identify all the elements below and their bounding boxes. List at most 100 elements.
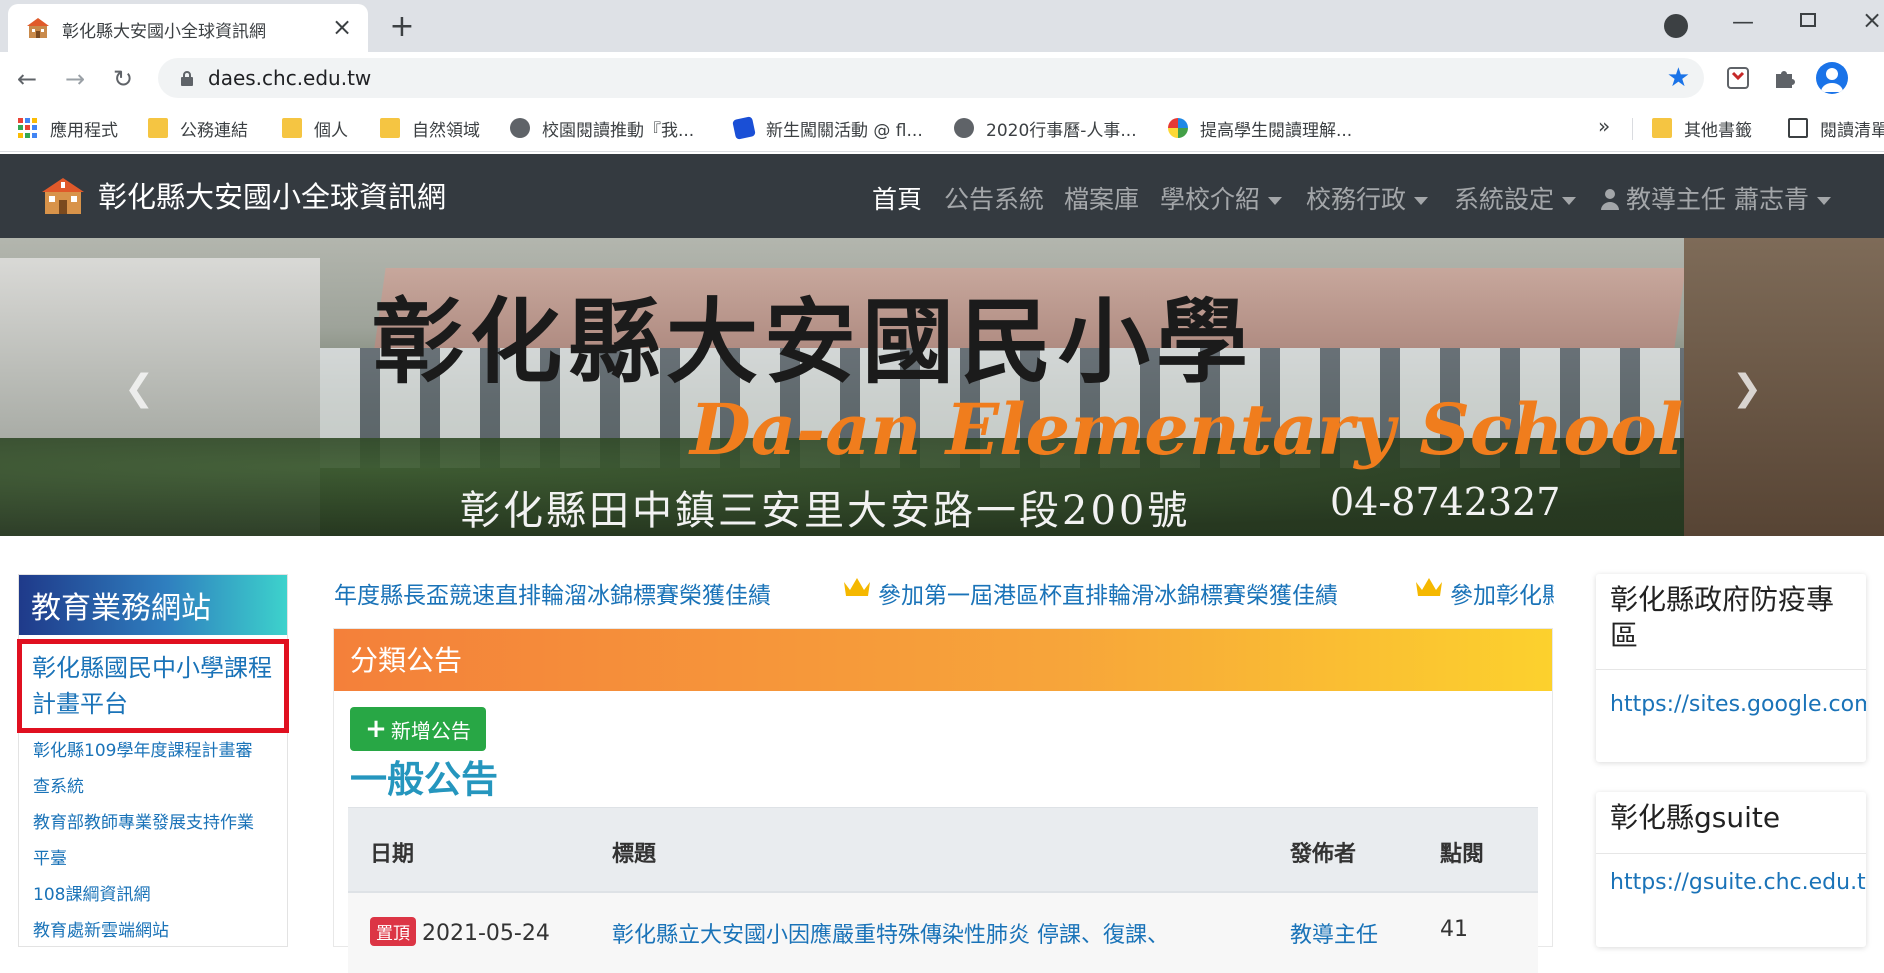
reload-icon[interactable]: ↻ [108,64,138,94]
site-brand[interactable]: 彰化縣大安國小全球資訊網 [40,174,446,216]
plus-icon: + [365,714,387,744]
person-icon [1821,68,1843,92]
tab-search-icon[interactable] [1664,14,1688,38]
marquee-item[interactable]: 參加第一屆港區杯直排輪滑冰錦標賽榮獲佳績 [842,576,1338,608]
bookmark-apps[interactable]: 應用程式 [18,116,118,141]
nav-announcements[interactable]: 公告系統 [944,180,1044,216]
other-bookmarks[interactable]: 其他書籤 [1652,116,1752,141]
chevron-down-icon [1562,197,1577,205]
table-row: 置頂 2021-05-24 彰化縣立大安國小因應嚴重特殊傳染性肺炎 停課、復課、 … [348,893,1538,973]
url-text[interactable]: daes.chc.edu.tw [208,66,371,90]
nav-administration[interactable]: 校務行政 [1306,180,1429,216]
pinwheel-icon [1168,118,1188,138]
bookmark-link[interactable]: 新生闖關活動 @ fl... [732,116,923,141]
address-bar[interactable]: daes.chc.edu.tw ★ [158,58,1704,98]
chevron-down-icon [1268,197,1283,205]
site-title: 彰化縣大安國小全球資訊網 [98,180,447,214]
nav-label: 校務行政 [1306,185,1407,214]
carousel-next-icon[interactable]: ❯ [1732,368,1762,409]
blue-bookmark-icon [732,116,756,140]
row-author-link[interactable]: 教導主任 [1290,917,1378,949]
back-arrow-icon[interactable]: ← [12,64,42,94]
gsuite-card: 彰化縣gsuite https://gsuite.chc.edu.tw/ [1596,792,1866,947]
row-date: 2021-05-24 [422,921,550,946]
crown-icon [1416,578,1442,596]
marquee-item[interactable]: 參加彰化縣 [1414,576,1554,608]
close-tab-icon[interactable]: × [330,15,354,39]
bookmark-folder[interactable]: 公務連結 [148,116,248,141]
sidebar-link[interactable]: 108課綱資訊網 [19,877,287,913]
user-icon [1601,189,1619,210]
add-announcement-button[interactable]: + 新增公告 [350,707,486,751]
new-tab-icon[interactable]: + [386,9,418,44]
bookmark-folder[interactable]: 自然領域 [380,116,480,141]
reading-list[interactable]: 閱讀清單 [1788,116,1884,141]
sidebar-link[interactable]: 教育部教師專業發展支持作業 [19,805,287,841]
panel-title: 分類公告 [334,629,1552,691]
crown-icon [844,578,870,596]
sidebar-link[interactable]: 平臺 [19,841,287,877]
sidebar-link[interactable]: 教育處新雲端網站 [19,913,287,949]
bookmark-label: 提高學生閱讀理解... [1200,120,1353,141]
sidebar-link[interactable]: 彰化縣109學年度課程計畫審 [19,733,287,769]
extensions-puzzle-icon[interactable] [1770,64,1798,92]
browser-tab[interactable]: 彰化縣大安國小全球資訊網 × [8,4,368,52]
forward-arrow-icon[interactable]: → [60,64,90,94]
bookmarks-bar: 應用程式 公務連結 個人 自然領域 校園閱讀推動『我... 新生闖關活動 @ f… [0,104,1884,152]
epidemic-card: 彰化縣政府防疫專區 https://sites.google.com/c [1596,574,1866,762]
section-title: 一般公告 [350,758,498,801]
card-link[interactable]: https://sites.google.com/c [1596,670,1866,733]
nav-school-intro[interactable]: 學校介紹 [1160,180,1283,216]
nav-system-settings[interactable]: 系統設定 [1454,180,1577,216]
folder-icon [148,118,168,138]
browser-toolbar: ← → ↻ daes.chc.edu.tw ★ [0,52,1884,104]
carousel-prev-icon[interactable]: ❮ [124,368,154,409]
column-author[interactable]: 發佈者 [1290,836,1356,868]
add-button-label: 新增公告 [390,718,471,743]
bookmark-link[interactable]: 提高學生閱讀理解... [1168,116,1353,141]
column-date[interactable]: 日期 [370,836,414,868]
news-marquee: 年度縣長盃競速直排輪溜冰錦標賽榮獲佳績 參加第一屆港區杯直排輪滑冰錦標賽榮獲佳績… [334,576,1554,608]
minimize-icon[interactable]: — [1732,10,1754,35]
folder-icon [282,118,302,138]
other-bookmarks-label: 其他書籤 [1684,120,1752,141]
row-views: 41 [1440,917,1468,942]
card-link[interactable]: https://gsuite.chc.edu.tw/ [1596,854,1866,911]
curriculum-platform-link[interactable]: 彰化縣國民中小學課程計畫平台 [17,639,289,733]
row-title-link[interactable]: 彰化縣立大安國小因應嚴重特殊傳染性肺炎 停課、復課、 [612,917,1169,949]
banner-address: 彰化縣田中鎮三安里大安路一段200號 [460,488,1191,534]
card-title: 彰化縣政府防疫專區 [1596,574,1866,670]
banner-phone: 04-8742327 [1330,480,1561,524]
column-title[interactable]: 標題 [612,836,656,868]
bookmark-link[interactable]: 校園閱讀推動『我... [510,116,694,141]
bookmark-label: 自然領域 [412,120,480,141]
bookmark-link[interactable]: 2020行事曆-人事... [954,116,1137,141]
column-views[interactable]: 點閱 [1440,836,1484,868]
announcements-table: 日期 標題 發佈者 點閱 置頂 2021-05-24 彰化縣立大安國小因應嚴重特殊… [348,807,1538,973]
pinned-badge: 置頂 [370,917,416,946]
marquee-item-text: 參加第一屆港區杯直排輪滑冰錦標賽榮獲佳績 [878,583,1338,608]
bookmark-star-icon[interactable]: ★ [1667,63,1690,93]
restore-icon[interactable] [1800,13,1816,27]
chevron-down-icon [1816,197,1831,205]
more-bookmarks-chevron-icon[interactable]: » [1598,114,1610,138]
extension-shield-icon[interactable] [1724,64,1752,92]
reading-list-icon [1788,118,1808,138]
profile-avatar[interactable] [1816,62,1848,94]
lock-icon [181,71,193,86]
chevron-down-icon [1414,197,1429,205]
nav-home[interactable]: 首頁 [872,180,922,216]
bookmark-folder[interactable]: 個人 [282,116,348,141]
banner-carousel: 彰化縣大安國民小學 Da-an Elementary School 彰化縣田中鎮… [0,238,1884,536]
apps-grid-icon [18,118,38,138]
banner-title-chinese: 彰化縣大安國民小學 [372,288,1255,396]
window-close-icon[interactable]: × [1862,6,1882,34]
sidebar-link[interactable]: 查系統 [19,769,287,805]
nav-file-library[interactable]: 檔案庫 [1064,180,1139,216]
marquee-item[interactable]: 年度縣長盃競速直排輪溜冰錦標賽榮獲佳績 [334,576,771,608]
tab-title: 彰化縣大安國小全球資訊網 [62,22,266,42]
browser-tabstrip: 彰化縣大安國小全球資訊網 × + — × [0,0,1884,52]
nav-user-menu[interactable]: 教導主任 蕭志青 [1600,180,1831,216]
banner-title-english: Da-an Elementary School [690,388,1684,471]
bookmark-label: 公務連結 [180,120,248,141]
